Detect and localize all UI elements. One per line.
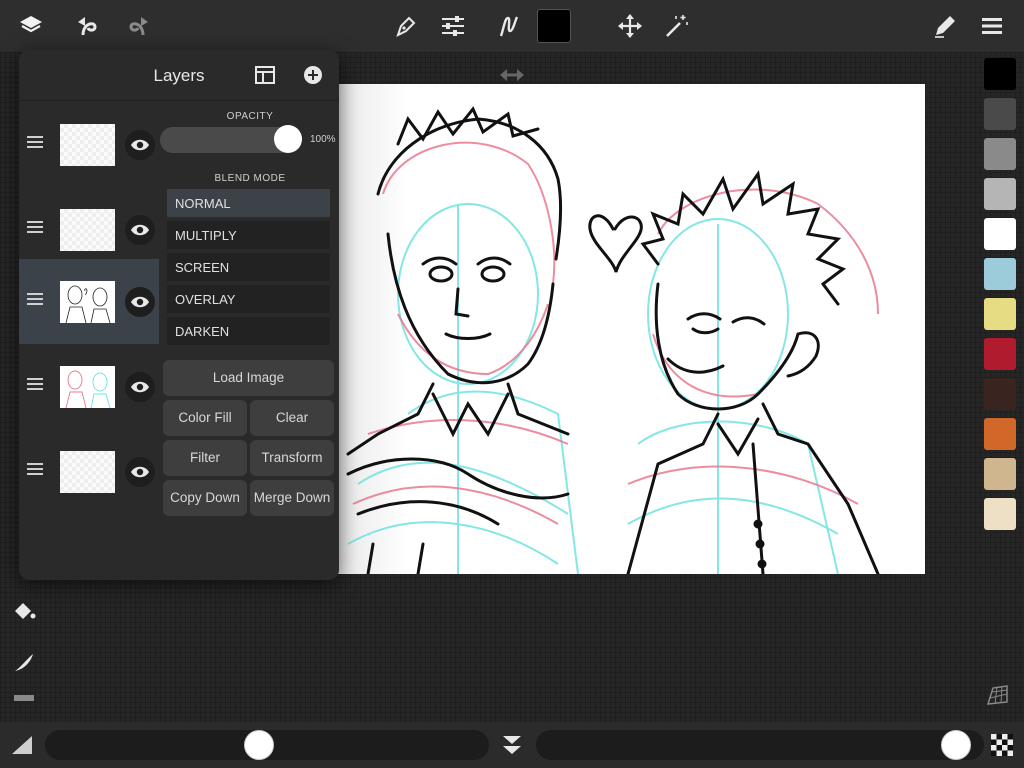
brush-opacity-slider[interactable] <box>536 730 984 760</box>
palette-swatch[interactable] <box>984 458 1016 490</box>
brush-size-slider[interactable] <box>45 730 489 760</box>
palette-swatch[interactable] <box>984 258 1016 290</box>
palette-swatch[interactable] <box>984 298 1016 330</box>
brush-size-icon <box>10 734 34 756</box>
layer-row[interactable] <box>19 429 159 514</box>
layers-panel-header: Layers <box>19 50 339 101</box>
layer-row[interactable] <box>19 344 159 429</box>
bottom-toolbar <box>0 722 1024 768</box>
blend-option-overlay[interactable]: OVERLAY <box>167 285 330 315</box>
layer-thumbnail <box>60 366 115 409</box>
drawing-canvas[interactable] <box>338 84 925 574</box>
copy-down-button[interactable]: Copy Down <box>163 480 247 516</box>
layer-thumbnail <box>60 451 115 493</box>
brush-size-knob[interactable] <box>243 730 274 760</box>
palette-swatch[interactable] <box>984 178 1016 210</box>
palette-swatch[interactable] <box>984 98 1016 130</box>
opacity-value: 100% <box>310 134 336 145</box>
current-color-swatch[interactable] <box>537 9 571 43</box>
add-layer-icon[interactable] <box>303 65 323 85</box>
palette-swatch[interactable] <box>984 58 1016 90</box>
layer-row-selected[interactable] <box>19 259 159 344</box>
color-palette <box>984 58 1016 538</box>
drag-handle-icon[interactable] <box>27 293 43 305</box>
merge-down-button[interactable]: Merge Down <box>250 480 334 516</box>
palette-swatch[interactable] <box>984 338 1016 370</box>
opacity-label: OPACITY <box>226 111 274 122</box>
ruler-icon[interactable] <box>6 680 42 716</box>
stroke-icon[interactable] <box>492 10 524 42</box>
canvas-resize-icon[interactable] <box>500 68 524 81</box>
move-icon[interactable] <box>614 10 646 42</box>
pencil-edit-icon[interactable] <box>929 10 961 42</box>
color-fill-button[interactable]: Color Fill <box>163 400 247 436</box>
menu-icon[interactable] <box>976 10 1008 42</box>
layers-panel-title: Layers <box>153 66 205 85</box>
layers-panel: Layers OPACITY 100% BLEND MODE NORMAL MU… <box>19 50 339 580</box>
blend-option-multiply[interactable]: MULTIPLY <box>167 221 330 251</box>
layer-thumbnail <box>60 124 115 166</box>
drag-handle-icon[interactable] <box>27 378 43 390</box>
layer-thumbnail <box>60 209 115 251</box>
blend-option-normal[interactable]: NORMAL <box>167 189 330 219</box>
grid-pattern-icon[interactable] <box>985 682 1011 708</box>
palette-swatch[interactable] <box>984 138 1016 170</box>
filter-button[interactable]: Filter <box>163 440 247 476</box>
transform-button[interactable]: Transform <box>250 440 334 476</box>
paint-bucket-icon[interactable] <box>6 592 42 628</box>
drag-handle-icon[interactable] <box>27 463 43 475</box>
visibility-eye-icon[interactable] <box>125 215 155 245</box>
layers-icon[interactable] <box>15 10 47 42</box>
layer-row[interactable] <box>19 102 159 187</box>
pen-icon[interactable] <box>390 10 422 42</box>
visibility-eye-icon[interactable] <box>125 457 155 487</box>
drag-handle-icon[interactable] <box>27 136 43 148</box>
layer-opacity-knob[interactable] <box>274 125 302 153</box>
redo-icon[interactable] <box>122 10 154 42</box>
collapse-arrows-icon[interactable] <box>500 733 524 757</box>
magic-wand-icon[interactable] <box>660 10 692 42</box>
undo-icon[interactable] <box>72 10 104 42</box>
top-toolbar <box>0 0 1024 52</box>
visibility-eye-icon[interactable] <box>125 287 155 317</box>
drag-handle-icon[interactable] <box>27 221 43 233</box>
palette-swatch[interactable] <box>984 418 1016 450</box>
layer-options-icon[interactable] <box>255 66 275 84</box>
blend-mode-label: BLEND MODE <box>214 173 286 184</box>
palette-swatch[interactable] <box>984 378 1016 410</box>
visibility-eye-icon[interactable] <box>125 372 155 402</box>
blend-option-darken[interactable]: DARKEN <box>167 317 330 347</box>
palette-swatch[interactable] <box>984 218 1016 250</box>
load-image-button[interactable]: Load Image <box>163 360 334 396</box>
palette-swatch[interactable] <box>984 498 1016 530</box>
sketch-artwork <box>338 84 925 574</box>
transparency-icon[interactable] <box>991 734 1013 756</box>
clear-button[interactable]: Clear <box>250 400 334 436</box>
smudge-icon[interactable] <box>6 644 42 680</box>
layer-thumbnail <box>60 281 115 324</box>
visibility-eye-icon[interactable] <box>125 130 155 160</box>
brush-opacity-knob[interactable] <box>941 730 972 760</box>
sliders-icon[interactable] <box>437 10 469 42</box>
blend-option-screen[interactable]: SCREEN <box>167 253 330 283</box>
